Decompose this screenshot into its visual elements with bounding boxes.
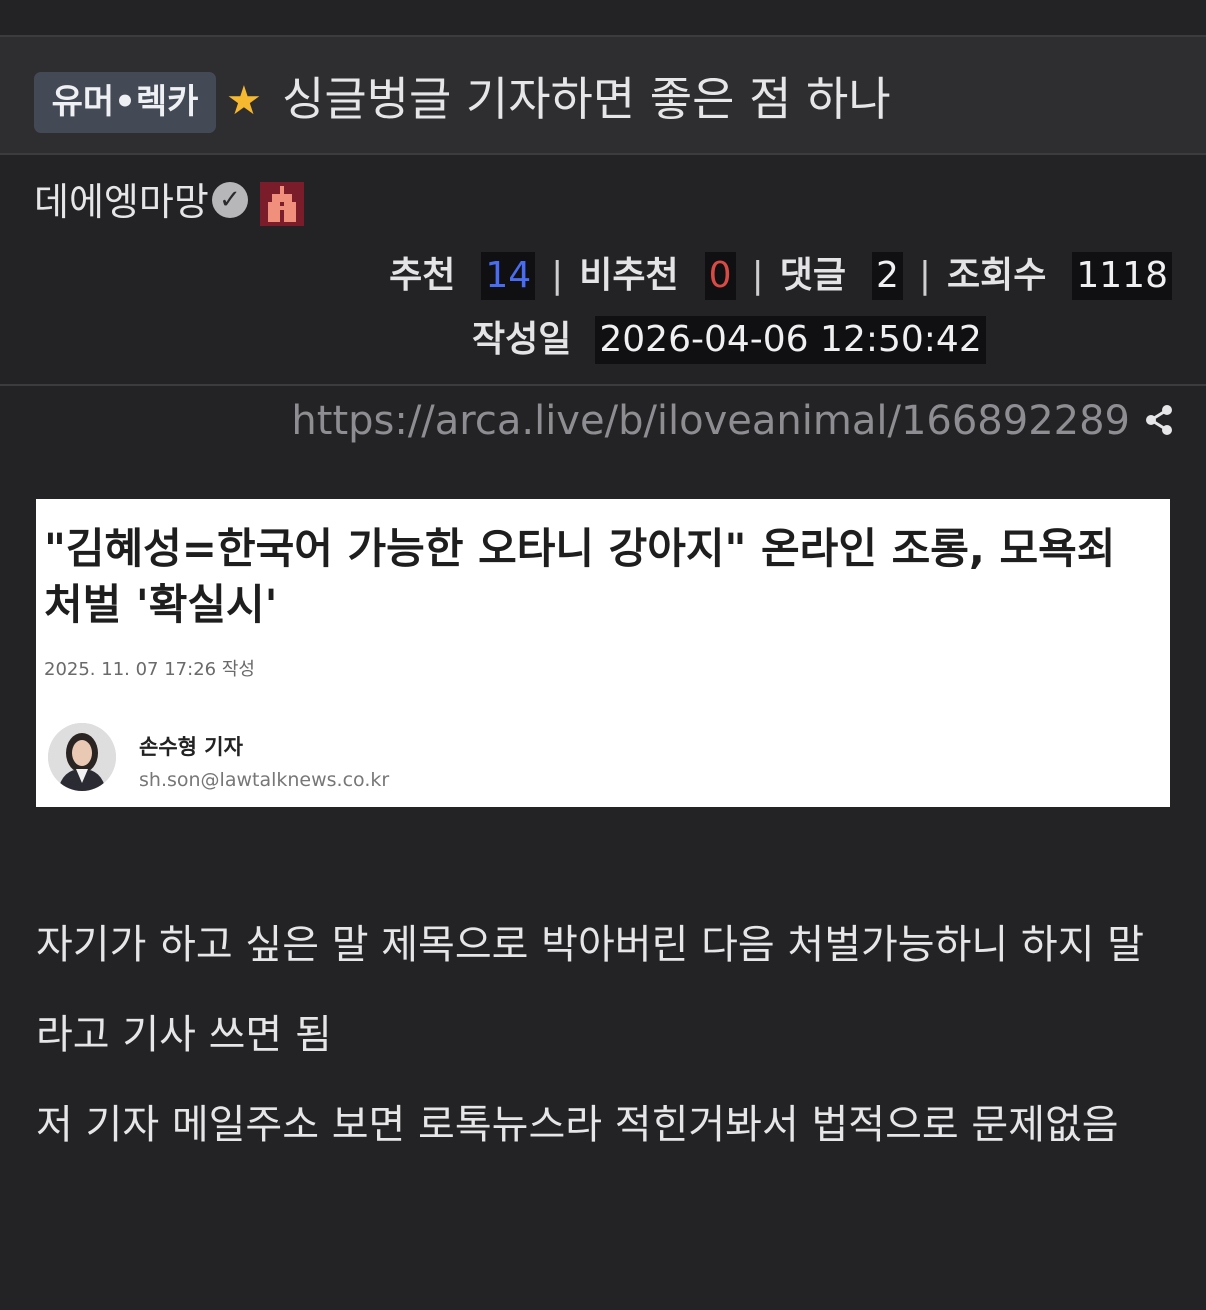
post-body: 자기가 하고 싶은 말 제목으로 박아버린 다음 처벌가능하니 하지 말라고 기… <box>36 900 1176 1170</box>
downvote-count: 0 <box>704 252 736 300</box>
reporter-name: 손수형 기자 <box>139 735 243 759</box>
pixel-avatar-icon[interactable] <box>260 182 304 226</box>
article-date: 2025. 11. 07 17:26 작성 <box>44 659 255 680</box>
article-headline: "김혜성=한국어 가능한 오타니 강아지" 온라인 조롱, 모욕죄 처벌 '확실… <box>44 524 1116 629</box>
downvote-label: 비추천 <box>579 255 679 296</box>
stats-separator: | <box>918 255 931 296</box>
body-paragraph: 자기가 하고 싶은 말 제목으로 박아버린 다음 처벌가능하니 하지 말라고 기… <box>36 922 1145 1058</box>
recommend-count: 14 <box>481 252 536 300</box>
post-date-row: 작성일 2026-04-06 12:50:42 <box>472 316 986 364</box>
post-title-bar: 유머•렉카 ★ 싱글벙글 기자하면 좋은 점 하나 <box>0 35 1206 155</box>
stats-separator: | <box>751 255 764 296</box>
comments-count: 2 <box>871 252 903 300</box>
article-screenshot-image: "김혜성=한국어 가능한 오타니 강아지" 온라인 조롱, 모욕죄 처벌 '확실… <box>36 499 1170 807</box>
post-title: 싱글벙글 기자하면 좋은 점 하나 <box>282 72 891 126</box>
comments-label: 댓글 <box>779 255 846 296</box>
reporter-photo <box>48 723 116 791</box>
views-count: 1118 <box>1072 252 1172 300</box>
check-circle-icon: ✓ <box>212 182 248 218</box>
stats-separator: | <box>551 255 564 296</box>
body-paragraph: 저 기자 메일주소 보면 로톡뉴스라 적힌거봐서 법적으로 문제없음 <box>36 1102 1119 1148</box>
date-label: 작성일 <box>472 319 572 360</box>
category-badge[interactable]: 유머•렉카 <box>34 72 216 133</box>
reporter-email: sh.son@lawtalknews.co.kr <box>139 769 390 791</box>
recommend-label: 추천 <box>389 255 456 296</box>
share-icon[interactable] <box>1142 403 1176 437</box>
post-url-link[interactable]: https://arca.live/b/iloveanimal/16689228… <box>291 394 1130 448</box>
post-stats: 추천 14 | 비추천 0 | 댓글 2 | 조회수 1118 <box>389 252 1172 300</box>
views-label: 조회수 <box>947 255 1047 296</box>
divider <box>0 384 1206 386</box>
star-icon: ★ <box>226 78 262 124</box>
post-date: 2026-04-06 12:50:42 <box>595 316 986 364</box>
author-name[interactable]: 데에엥마망 <box>34 176 209 228</box>
